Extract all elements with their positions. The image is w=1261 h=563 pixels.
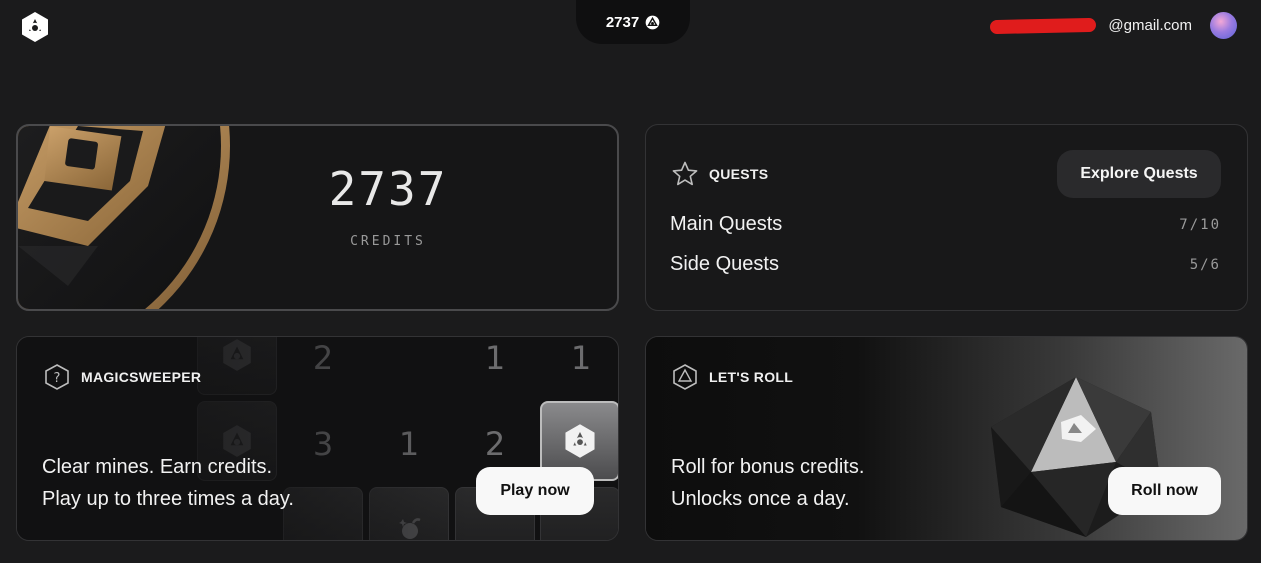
header-credits-amount: 2737: [605, 13, 640, 31]
credits-pill[interactable]: 2737: [576, 0, 690, 44]
svg-text:?: ?: [54, 371, 61, 386]
question-hexagon-icon: ?: [43, 363, 71, 391]
roll-description-line2: Unlocks once a day.: [671, 488, 850, 510]
explore-quests-button[interactable]: Explore Quests: [1057, 150, 1221, 198]
magicsweeper-card: 2 1 1 3 1 2 ?: [16, 336, 619, 541]
quest-row-main[interactable]: Main Quests 7/10: [670, 213, 1221, 236]
avatar[interactable]: [1210, 11, 1237, 39]
quest-name: Side Quests: [670, 253, 779, 275]
coin-illustration: [18, 126, 230, 309]
magicsweeper-description-line1: Clear mines. Earn credits.: [42, 456, 273, 478]
coin-icon: [645, 15, 660, 30]
quests-header: QUESTS: [671, 160, 768, 188]
email-redaction: [990, 17, 1097, 34]
app-logo-icon[interactable]: [18, 10, 52, 44]
roll-now-button[interactable]: Roll now: [1108, 467, 1221, 515]
account-email[interactable]: @gmail.com: [990, 17, 1192, 34]
quest-row-side[interactable]: Side Quests 5/6: [670, 253, 1221, 276]
magicsweeper-title: MAGICSWEEPER: [81, 369, 202, 385]
star-icon: [671, 160, 699, 188]
quest-name: Main Quests: [670, 213, 783, 235]
lets-roll-header: LET'S ROLL: [671, 363, 793, 391]
quest-count: 7/10: [1179, 216, 1221, 233]
magicsweeper-description-line2: Play up to three times a day.: [42, 488, 294, 510]
account-area: @gmail.com: [990, 10, 1237, 40]
quest-count: 5/6: [1189, 256, 1221, 273]
magicsweeper-header: ? MAGICSWEEPER: [43, 363, 201, 391]
roll-description-line1: Roll for bonus credits.: [671, 456, 865, 478]
lets-roll-card: LET'S ROLL Roll for bonus credits. Unloc…: [645, 336, 1248, 541]
credits-value: 2737: [328, 162, 448, 216]
play-now-button[interactable]: Play now: [476, 467, 594, 515]
d20-icon: [671, 363, 699, 391]
lets-roll-title: LET'S ROLL: [709, 369, 794, 385]
quests-title: QUESTS: [709, 166, 769, 182]
credits-label: CREDITS: [350, 234, 426, 249]
quests-card: QUESTS Explore Quests Main Quests 7/10 S…: [645, 124, 1248, 311]
credits-card: 2737 CREDITS: [16, 124, 619, 311]
